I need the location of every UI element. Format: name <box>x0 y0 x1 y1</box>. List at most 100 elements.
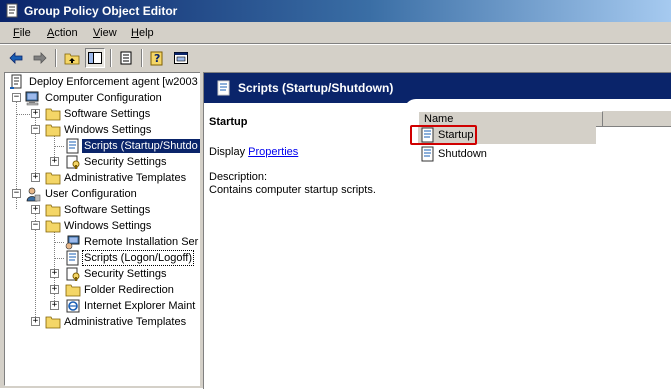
details-pane: Scripts (Startup/Shutdown) Startup Displ… <box>203 72 671 389</box>
folder-open-icon <box>45 218 61 234</box>
folder-icon <box>45 314 61 330</box>
tree-node-uc-remote-installation[interactable]: Remote Installation Ser <box>5 234 201 250</box>
tree-node-uc-software-settings[interactable]: + Software Settings <box>5 202 201 218</box>
annotation-highlight-box <box>410 125 477 145</box>
tree-node-uc-internet-explorer[interactable]: + Internet Explorer Maint <box>5 298 201 314</box>
details-title: Scripts (Startup/Shutdown) <box>238 81 394 95</box>
computer-icon <box>25 90 41 106</box>
expand-icon[interactable]: + <box>50 269 59 278</box>
folder-icon <box>65 282 81 298</box>
tree-node-cc-windows-settings[interactable]: − Windows Settings <box>5 122 201 138</box>
script-icon <box>65 250 81 266</box>
up-folder-icon[interactable] <box>62 48 82 68</box>
toolbar-separator <box>141 49 143 67</box>
internet-explorer-icon <box>65 298 81 314</box>
tree-node-cc-scripts[interactable]: Scripts (Startup/Shutdo <box>5 138 201 154</box>
menu-help[interactable]: Help <box>131 27 154 39</box>
tree-node-label: Deploy Enforcement agent [w2003 <box>29 76 198 88</box>
tree-connector <box>54 146 64 147</box>
collapse-icon[interactable]: − <box>31 221 40 230</box>
expand-icon[interactable]: + <box>50 285 59 294</box>
show-hide-tree-icon[interactable] <box>85 48 105 68</box>
menu-file-key: F <box>13 27 20 39</box>
script-icon <box>420 146 436 162</box>
description-label: Description: <box>209 171 268 183</box>
tree-node-uc-scripts[interactable]: Scripts (Logon/Logoff) <box>5 250 201 266</box>
tree-node-label: Scripts (Logon/Logoff) <box>82 250 195 266</box>
tree-connector <box>54 242 64 243</box>
folder-icon <box>45 170 61 186</box>
tree-node-label: Remote Installation Ser <box>84 236 199 248</box>
collapse-icon[interactable]: − <box>12 93 21 102</box>
tree-node-cc-administrative-templates[interactable]: + Administrative Templates <box>5 170 201 186</box>
title-bar[interactable]: Group Policy Object Editor <box>0 0 671 22</box>
properties-link[interactable]: Properties <box>248 146 298 158</box>
collapse-icon[interactable]: − <box>31 125 40 134</box>
remote-installation-icon <box>65 234 81 250</box>
expand-icon[interactable]: + <box>50 301 59 310</box>
tree-node-label: Administrative Templates <box>64 172 187 184</box>
back-arrow-icon[interactable] <box>6 48 26 68</box>
header-curve-decoration <box>404 99 671 111</box>
window-title: Group Policy Object Editor <box>24 4 178 18</box>
tree-node-label: User Configuration <box>45 188 137 200</box>
menu-bar: File Action View Help <box>0 23 671 43</box>
menu-file[interactable]: File <box>13 27 31 39</box>
tree-node-uc-administrative-templates[interactable]: + Administrative Templates <box>5 314 201 330</box>
properties-icon[interactable] <box>171 48 191 68</box>
expand-icon[interactable]: + <box>31 109 40 118</box>
script-icon <box>65 138 81 154</box>
export-list-icon[interactable] <box>116 48 136 68</box>
tree-connector <box>16 114 30 115</box>
tree-node-computer-configuration[interactable]: − Computer Configuration <box>5 90 201 106</box>
folder-open-icon <box>45 122 61 138</box>
menu-help-label: elp <box>138 27 154 39</box>
toolbar-separator <box>110 49 112 67</box>
tree-node-user-configuration[interactable]: − User Configuration <box>5 186 201 202</box>
tree-node-label: Software Settings <box>64 204 151 216</box>
menu-view[interactable]: View <box>93 27 117 39</box>
description-text: Contains computer startup scripts. <box>209 184 376 196</box>
menu-file-label: ile <box>19 27 31 39</box>
menu-action-label: ction <box>54 27 78 39</box>
folder-icon <box>45 202 61 218</box>
menu-view-label: iew <box>100 27 117 39</box>
tree-node-label: Internet Explorer Maint <box>84 300 196 312</box>
menu-action[interactable]: Action <box>47 27 78 39</box>
expand-icon[interactable]: + <box>50 157 59 166</box>
tree-node-uc-folder-redirection[interactable]: + Folder Redirection <box>5 282 201 298</box>
tree-node-uc-windows-settings[interactable]: − Windows Settings <box>5 218 201 234</box>
section-title: Startup <box>209 116 248 128</box>
expand-icon[interactable]: + <box>31 205 40 214</box>
user-icon <box>25 186 41 202</box>
display-row: Display Properties <box>209 146 298 158</box>
tree-node-label: Windows Settings <box>64 124 152 136</box>
expand-icon[interactable]: + <box>31 173 40 182</box>
svg-text:?: ? <box>154 52 160 65</box>
forward-arrow-icon[interactable] <box>30 48 50 68</box>
script-icon <box>216 80 232 99</box>
tree-node-uc-security-settings[interactable]: + Security Settings <box>5 266 201 282</box>
policy-scroll-icon <box>9 74 25 90</box>
list-item-label: Shutdown <box>438 148 487 160</box>
security-settings-icon <box>65 154 81 170</box>
tree-node-label: Security Settings <box>84 268 167 280</box>
folder-icon <box>45 106 61 122</box>
tree-node-label: Administrative Templates <box>64 316 187 328</box>
tree-pane[interactable]: Deploy Enforcement agent [w2003 − Comput… <box>4 72 202 386</box>
collapse-icon[interactable]: − <box>12 189 21 198</box>
toolbar-separator <box>55 49 57 67</box>
tree-node-label: Security Settings <box>84 156 167 168</box>
gpo-editor-window: Group Policy Object Editor File Action V… <box>0 0 671 389</box>
tree-connector <box>54 258 64 259</box>
toolbar: ? <box>0 45 671 71</box>
expand-icon[interactable]: + <box>31 317 40 326</box>
tree-node-label: Software Settings <box>64 108 151 120</box>
tree-node-cc-software-settings[interactable]: + Software Settings <box>5 106 201 122</box>
tree-node-cc-security-settings[interactable]: + Security Settings <box>5 154 201 170</box>
tree-node-label: Folder Redirection <box>84 284 174 296</box>
menu-help-key: H <box>131 27 139 39</box>
tree-node-root[interactable]: Deploy Enforcement agent [w2003 <box>7 74 201 90</box>
tree-node-label: Scripts (Startup/Shutdo <box>82 139 200 153</box>
help-icon[interactable]: ? <box>148 48 168 68</box>
